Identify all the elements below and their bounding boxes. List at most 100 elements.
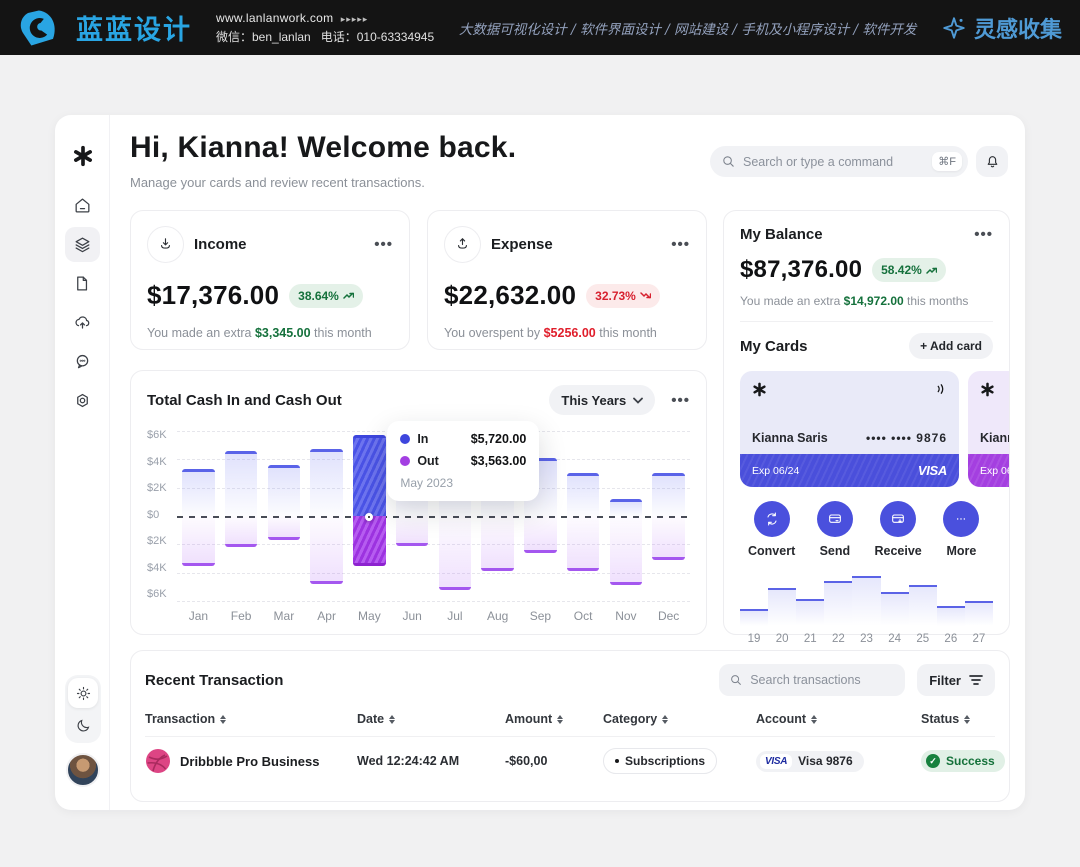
chevron-down-icon — [633, 397, 643, 404]
sidebar-item-cloud[interactable] — [65, 305, 100, 340]
wechat-label: 微信：ben_lanlan — [216, 30, 311, 44]
cards-strip: Kianna Saris •••• •••• 9876 Exp 06/24 VI… — [740, 371, 1009, 487]
col-date[interactable]: Date — [357, 712, 505, 726]
mini-chart-step — [937, 606, 965, 626]
contactless-icon — [933, 382, 947, 396]
website-link[interactable]: www.lanlanwork.com — [216, 11, 333, 25]
check-icon: ✓ — [926, 754, 940, 768]
dark-mode-button[interactable] — [68, 710, 98, 740]
convert-button[interactable]: Convert — [740, 501, 803, 558]
col-account[interactable]: Account — [756, 712, 921, 726]
expense-label: Expense — [491, 236, 553, 253]
gear-icon — [73, 391, 92, 410]
balance-mini-chart — [740, 574, 993, 626]
search-icon — [721, 154, 736, 169]
bar-out — [310, 516, 342, 584]
more-icon — [953, 511, 969, 527]
visa-logo: VISA — [760, 754, 792, 769]
more-button[interactable]: More — [930, 501, 993, 558]
file-icon — [73, 274, 92, 293]
credit-card-secondary[interactable]: Kianna Exp 06/2 — [968, 371, 1009, 487]
transaction-date: Wed 12:24:42 AM — [357, 754, 505, 768]
income-menu-button[interactable]: ••• — [374, 236, 393, 253]
chart-tooltip: In$5,720.00 Out$3,563.00 May 2023 — [387, 421, 539, 501]
y-axis: $6K$4K$2K$0$2K$4K$6K — [147, 431, 177, 601]
filter-button[interactable]: Filter — [917, 664, 995, 696]
card-holder: Kianna Saris — [752, 431, 828, 445]
chart-plot: In$5,720.00 Out$3,563.00 May 2023 — [177, 431, 690, 601]
bar-group-jan[interactable] — [177, 431, 220, 601]
bar-in — [567, 473, 599, 516]
brand-name: 蓝蓝设计 — [76, 8, 192, 47]
filter-icon — [969, 674, 983, 686]
bar-group-apr[interactable] — [305, 431, 348, 601]
card-expiry: Exp 06/24 — [752, 465, 799, 477]
user-avatar[interactable] — [66, 753, 100, 787]
transaction-amount: -$60,00 — [505, 754, 603, 768]
table-row[interactable]: Dribbble Pro Business Wed 12:24:42 AM -$… — [145, 737, 995, 785]
sidebar-item-home[interactable] — [65, 188, 100, 223]
send-button[interactable]: Send — [803, 501, 866, 558]
phone-label: 电话：010-63334945 — [321, 30, 434, 44]
y-tick-label: $2K — [147, 536, 177, 547]
inspiration-collect[interactable]: 灵感收集 — [941, 12, 1062, 44]
app-logo-icon[interactable] — [72, 145, 94, 167]
mini-chart-step — [881, 592, 909, 626]
mini-chart-step — [909, 585, 937, 626]
mini-chart-label: 26 — [937, 633, 965, 645]
receive-button[interactable]: Receive — [867, 501, 930, 558]
card-logo-icon — [980, 382, 995, 397]
income-label: Income — [194, 236, 247, 253]
transactions-search-input[interactable]: Search transactions — [719, 664, 905, 696]
bar-out — [268, 516, 300, 540]
x-tick-label: Jun — [391, 609, 434, 623]
credit-card-primary[interactable]: Kianna Saris •••• •••• 9876 Exp 06/24 VI… — [740, 371, 959, 487]
bar-group-dec[interactable] — [647, 431, 690, 601]
lanlan-logo-icon — [18, 8, 58, 48]
bar-group-mar[interactable] — [263, 431, 306, 601]
bar-group-nov[interactable] — [605, 431, 648, 601]
period-selector[interactable]: This Years — [549, 385, 655, 415]
tooltip-anchor-dot — [365, 513, 373, 521]
col-status[interactable]: Status — [921, 712, 995, 726]
notifications-button[interactable] — [976, 146, 1008, 177]
bar-in — [268, 465, 300, 516]
transactions-title: Recent Transaction — [145, 672, 283, 689]
x-axis-labels: JanFebMarAprMayJunJulAugSepOctNovDec — [177, 609, 690, 623]
add-card-button[interactable]: + Add card — [909, 333, 993, 359]
legend-in-dot — [400, 434, 410, 444]
sidebar-item-documents[interactable] — [65, 266, 100, 301]
banner-contact: www.lanlanwork.com ▸▸▸▸▸ 微信：ben_lanlan 电… — [216, 11, 434, 45]
chart-menu-button[interactable]: ••• — [671, 392, 690, 409]
page-subtitle: Manage your cards and review recent tran… — [130, 175, 425, 190]
mini-chart-label: 23 — [852, 633, 880, 645]
sidebar-item-messages[interactable] — [65, 344, 100, 379]
sidebar-item-dashboard[interactable] — [65, 227, 100, 262]
expense-menu-button[interactable]: ••• — [671, 236, 690, 253]
mini-chart-step — [965, 601, 993, 626]
balance-card: My Balance ••• $87,376.00 58.42% You mad… — [723, 210, 1010, 635]
y-tick-label: $4K — [147, 563, 177, 574]
y-tick-label: $0 — [147, 510, 177, 521]
sidebar-item-settings[interactable] — [65, 383, 100, 418]
light-mode-button[interactable] — [68, 678, 98, 708]
bar-out — [353, 516, 385, 566]
expense-badge: 32.73% — [586, 284, 660, 308]
mini-chart-labels: 192021222324252627 — [740, 633, 993, 645]
col-category[interactable]: Category — [603, 712, 756, 726]
tooltip-period: May 2023 — [400, 476, 526, 490]
search-input[interactable]: Search or type a command ⌘F — [710, 146, 968, 177]
col-transaction[interactable]: Transaction — [145, 712, 357, 726]
col-amount[interactable]: Amount — [505, 712, 603, 726]
bar-out — [481, 516, 513, 571]
balance-menu-button[interactable]: ••• — [974, 226, 993, 243]
services-list: 大数据可视化设计 / 软件界面设计 / 网站建设 / 手机及小程序设计 / 软件… — [452, 18, 923, 38]
legend-out-dot — [400, 456, 410, 466]
x-tick-label: Mar — [263, 609, 306, 623]
transaction-name: Dribbble Pro Business — [180, 754, 319, 769]
x-tick-label: Oct — [562, 609, 605, 623]
bar-group-oct[interactable] — [562, 431, 605, 601]
x-tick-label: Jan — [177, 609, 220, 623]
search-shortcut-badge: ⌘F — [932, 152, 962, 171]
bar-group-feb[interactable] — [220, 431, 263, 601]
